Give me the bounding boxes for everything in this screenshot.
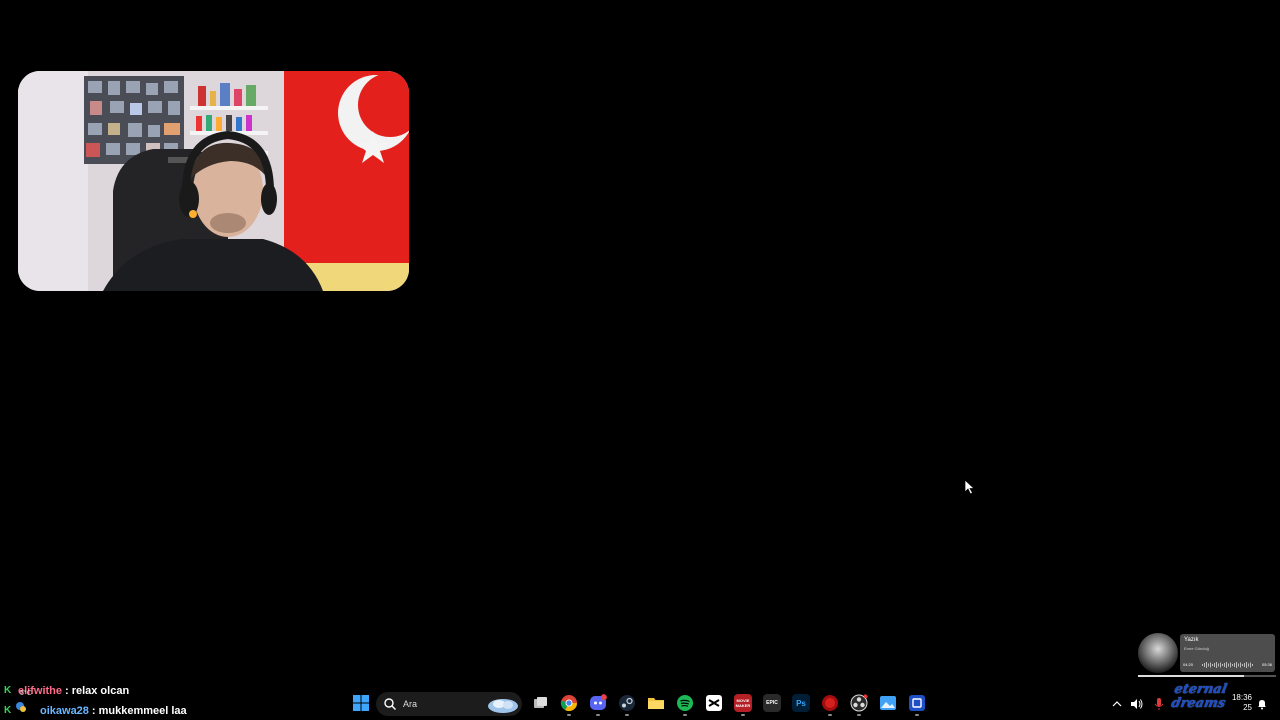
track-duration: 05:36	[1261, 662, 1272, 667]
clock-date: 25	[1243, 703, 1252, 712]
now-playing-widget: Yazık Emre Gündoğ 04:20 05:36	[1138, 633, 1276, 677]
chrome-icon[interactable]	[560, 694, 578, 712]
player-card: Yazık Emre Gündoğ 04:20 05:36	[1180, 634, 1275, 672]
spotify-icon[interactable]	[676, 694, 694, 712]
album-art	[1138, 633, 1178, 673]
photoshop-icon[interactable]: Ps	[792, 694, 810, 712]
search-icon	[384, 698, 396, 710]
capcut-icon[interactable]	[705, 694, 723, 712]
windows-start-icon[interactable]	[352, 694, 370, 712]
epic-games-icon[interactable]: EPIC	[763, 694, 781, 712]
discord-icon[interactable]	[589, 694, 607, 712]
steam-icon[interactable]	[618, 694, 636, 712]
running-indicator	[857, 714, 861, 716]
red-app-icon[interactable]	[821, 694, 839, 712]
search-placeholder: Ara	[403, 699, 418, 709]
running-indicator	[915, 714, 919, 716]
task-view-icon[interactable]	[531, 694, 549, 712]
mouse-cursor-icon	[965, 480, 975, 495]
running-indicator	[741, 714, 745, 716]
photos-icon[interactable]	[879, 694, 897, 712]
running-indicator	[625, 714, 629, 716]
track-artist: Emre Gündoğ	[1184, 646, 1209, 651]
notification-bell-icon[interactable]	[1256, 698, 1268, 710]
search-box[interactable]: Ara	[376, 692, 522, 716]
running-indicator	[828, 714, 832, 716]
track-title: Yazık	[1184, 637, 1199, 643]
chevron-up-icon[interactable]	[1111, 698, 1123, 710]
clock[interactable]: 18:36 25	[1226, 693, 1252, 713]
webcam-feed	[18, 71, 409, 291]
file-explorer-icon[interactable]	[647, 694, 665, 712]
microphone-icon[interactable]	[1153, 697, 1165, 711]
settings-app-icon[interactable]	[908, 694, 926, 712]
waveform-icon	[1202, 662, 1253, 668]
speaker-icon[interactable]	[1130, 697, 1144, 711]
running-indicator	[567, 714, 571, 716]
taskbar	[0, 690, 1280, 720]
elapsed-time: 04:20	[1183, 662, 1194, 667]
track-progress-fill	[1138, 675, 1245, 677]
movie-maker-icon[interactable]: MOVIE MAKER	[734, 694, 752, 712]
obs-icon[interactable]	[850, 694, 868, 712]
search-highlight-icon	[488, 699, 518, 713]
running-indicator	[683, 714, 687, 716]
running-indicator	[596, 714, 600, 716]
track-progress-bar	[1138, 675, 1276, 677]
clock-time: 18:36	[1231, 693, 1252, 702]
